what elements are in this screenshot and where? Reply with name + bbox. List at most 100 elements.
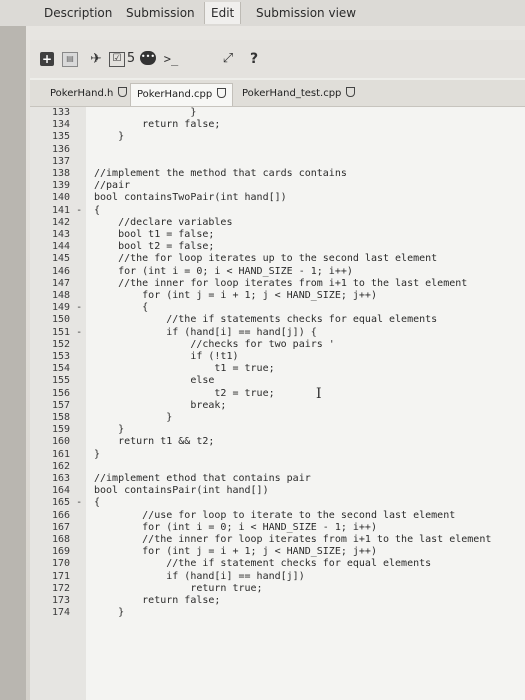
tab-description[interactable]: Description xyxy=(44,4,112,22)
code-line[interactable]: 167 for (int i = 0; i < HAND_SIZE - 1; i… xyxy=(30,522,525,534)
checkbox-icon[interactable]: ☑ xyxy=(109,52,125,67)
code-line[interactable]: 148 for (int j = i + 1; j < HAND_SIZE; j… xyxy=(30,290,525,302)
line-number: 149 - xyxy=(52,302,83,314)
code-line[interactable]: 138 //implement the method that cards con… xyxy=(30,168,525,180)
code-line[interactable]: 156 t2 = true; xyxy=(30,388,525,400)
add-file-icon[interactable]: + xyxy=(40,52,54,66)
code-line[interactable]: 139 //pair xyxy=(30,180,525,192)
code-text: for (int i = 0; i < HAND_SIZE - 1; i++) xyxy=(94,265,353,277)
line-number: 169 xyxy=(52,546,71,558)
code-text: return true; xyxy=(94,582,263,594)
code-line[interactable]: 170 //the if statement checks for equal … xyxy=(30,558,525,570)
line-number: 163 xyxy=(52,473,71,484)
code-line[interactable]: 137 xyxy=(30,156,525,168)
code-text: if (!t1) xyxy=(94,351,239,362)
comment-icon[interactable]: ••• xyxy=(140,51,156,65)
file-tab-pokerhand-test-cpp[interactable]: PokerHand_test.cpp xyxy=(236,83,361,105)
code-line[interactable]: 141 - { xyxy=(30,205,525,217)
code-line[interactable]: 147 //the inner for loop iterates from i… xyxy=(30,278,525,290)
line-number: 150 xyxy=(52,314,71,326)
code-line[interactable]: 142 //declare variables xyxy=(30,217,525,229)
code-line[interactable]: 144 bool t2 = false; xyxy=(30,241,525,253)
shield-icon xyxy=(217,88,227,98)
code-line[interactable]: 162 xyxy=(30,461,525,473)
code-line[interactable]: 174 } xyxy=(30,607,525,619)
line-number: 137 xyxy=(52,155,71,167)
shield-icon xyxy=(118,87,128,97)
code-text: } xyxy=(94,412,173,423)
code-line[interactable]: 154 t1 = true; xyxy=(30,363,525,375)
file-tab-pokerhand-h[interactable]: PokerHand.h xyxy=(44,83,133,105)
code-area[interactable]: 133 } 134 return false; 135 } 136 137 138//im… xyxy=(30,107,525,700)
line-number: 166 xyxy=(52,509,71,521)
code-line[interactable]: 160 return t1 && t2; xyxy=(30,436,525,448)
code-text: bool t1 = false; xyxy=(94,229,215,240)
line-number: 168 xyxy=(52,534,71,545)
file-tab-pokerhand-cpp[interactable]: PokerHand.cpp xyxy=(130,83,234,106)
code-line[interactable]: 166 //use for loop to iterate to the sec… xyxy=(30,510,525,522)
screen: Description Submission Edit Submission v… xyxy=(0,0,525,700)
code-text: if (hand[i] == hand[j]) { xyxy=(94,326,317,338)
code-text: } xyxy=(94,607,125,619)
pin-icon[interactable]: ✈ xyxy=(88,50,104,68)
line-number: 151 - xyxy=(52,326,83,338)
line-number: 148 xyxy=(52,290,71,301)
code-line[interactable]: 134 return false; xyxy=(30,119,525,131)
line-number: 161 xyxy=(52,448,71,460)
line-number: 153 xyxy=(52,351,71,362)
top-navigation: Description Submission Edit Submission v… xyxy=(0,0,525,26)
line-number: 135 xyxy=(52,131,71,143)
left-panel-strip xyxy=(0,26,26,700)
code-line[interactable]: 158 } xyxy=(30,412,525,424)
line-number: 164 xyxy=(52,485,71,497)
line-number: 155 xyxy=(52,375,71,387)
line-number: 138 xyxy=(52,168,71,179)
code-text: } xyxy=(94,424,125,436)
expand-icon[interactable]: ⤢ xyxy=(220,50,236,68)
code-line[interactable]: 149 - { xyxy=(30,302,525,314)
code-line[interactable]: 143 bool t1 = false; xyxy=(30,229,525,241)
code-line[interactable]: 171 if (hand[i] == hand[j]) xyxy=(30,571,525,583)
tab-submission-view[interactable]: Submission view xyxy=(256,4,356,22)
code-text: //implement the method that cards contai… xyxy=(94,168,347,179)
code-line[interactable]: 168 //the inner for loop iterates from i… xyxy=(30,534,525,546)
code-line[interactable]: 172 return true; xyxy=(30,583,525,595)
code-text: return false; xyxy=(94,119,221,131)
code-text: //the inner for loop iterates from i+1 t… xyxy=(94,277,468,289)
line-number: 152 xyxy=(52,338,71,350)
file-tab-label: PokerHand.cpp xyxy=(137,89,213,100)
code-line[interactable]: 145 //the for loop iterates up to the se… xyxy=(30,253,525,265)
line-number: 145 xyxy=(52,253,71,265)
tab-edit[interactable]: Edit xyxy=(204,2,242,24)
code-line[interactable]: 140 bool containsTwoPair(int hand[]) xyxy=(30,192,525,204)
line-number: 167 xyxy=(52,521,71,533)
code-line[interactable]: 152 //checks for two pairs ' xyxy=(30,339,525,351)
code-line[interactable]: 151 - if (hand[i] == hand[j]) { xyxy=(30,327,525,339)
terminal-icon[interactable]: >_ xyxy=(163,50,179,68)
code-text: else xyxy=(94,375,215,387)
code-line[interactable]: 153 if (!t1) xyxy=(30,351,525,363)
code-line[interactable]: 150 //the if statements checks for equal… xyxy=(30,314,525,326)
code-line[interactable]: 159 } xyxy=(30,424,525,436)
code-line[interactable]: 155 else xyxy=(30,375,525,387)
code-text: //the if statement checks for equal elem… xyxy=(94,558,432,570)
code-text: } xyxy=(94,448,101,460)
code-line[interactable]: 165 - { xyxy=(30,497,525,509)
code-line[interactable]: 164 bool containsPair(int hand[]) xyxy=(30,485,525,497)
tab-submission[interactable]: Submission xyxy=(126,4,195,22)
line-number: 142 xyxy=(52,216,71,228)
code-text: //use for loop to iterate to the second … xyxy=(94,509,456,521)
code-line[interactable]: 163 //implement ethod that contains pair xyxy=(30,473,525,485)
line-number: 157 xyxy=(52,399,71,411)
code-line[interactable]: 161} xyxy=(30,449,525,461)
code-line[interactable]: 157 break; xyxy=(30,400,525,412)
save-icon[interactable]: ▤ xyxy=(62,52,78,67)
shield-icon xyxy=(346,87,356,97)
code-line[interactable]: 173 return false; xyxy=(30,595,525,607)
help-icon[interactable]: ? xyxy=(246,50,262,68)
code-line[interactable]: 135 } xyxy=(30,131,525,143)
code-line[interactable]: 133 } xyxy=(30,107,525,119)
code-line[interactable]: 136 xyxy=(30,144,525,156)
code-line[interactable]: 169 for (int j = i + 1; j < HAND_SIZE; j… xyxy=(30,546,525,558)
code-line[interactable]: 146 for (int i = 0; i < HAND_SIZE - 1; i… xyxy=(30,266,525,278)
